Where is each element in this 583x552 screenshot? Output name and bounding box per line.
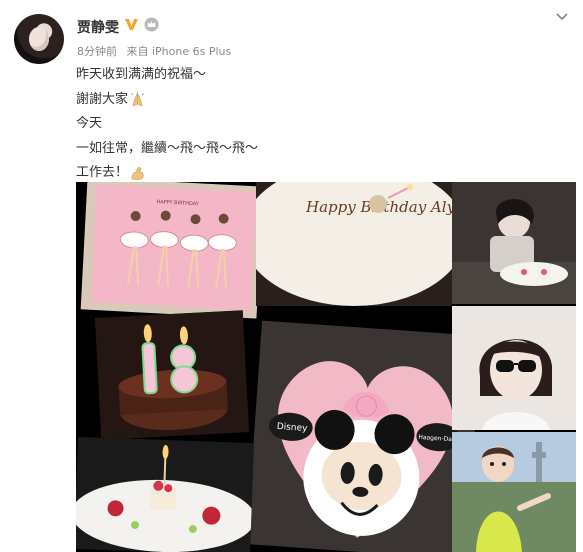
post-meta: 8分钟前 来自 iPhone 6s Plus	[77, 43, 237, 59]
photo-collage[interactable]: HAPPY BIRTHDAY Happy Birthday Alyssa	[76, 182, 576, 552]
crown-icon[interactable]	[144, 17, 159, 32]
post-line: 謝謝大家	[76, 91, 129, 107]
photo-toddler[interactable]	[452, 432, 576, 552]
photo-18-candles[interactable]	[94, 310, 250, 440]
photo-dessert-plate[interactable]	[76, 436, 254, 552]
praying-hands-emoji-icon	[131, 92, 144, 107]
post-time[interactable]: 8分钟前	[77, 45, 117, 58]
post-text: 昨天收到满满的祝福～ 謝謝大家 今天 一如往常，繼續～飛～飛～飛～ 工作去！	[76, 63, 258, 186]
chevron-down-icon[interactable]	[555, 10, 569, 24]
photo-blowing-candle[interactable]	[452, 182, 576, 304]
post-line: 一如往常，繼續～飛～飛～飛～	[76, 140, 259, 156]
user-name[interactable]: 贾静雯	[77, 17, 119, 37]
photo-minnie-cake[interactable]: Disney Haagen-Dazs	[246, 320, 482, 552]
post-line: 昨天收到满满的祝福～	[76, 67, 207, 82]
photo-birthday-plate[interactable]: Happy Birthday Alyssa	[256, 182, 452, 306]
vip-badge-icon[interactable]	[124, 17, 139, 32]
avatar[interactable]	[14, 14, 64, 64]
cake-badge-left: Disney	[276, 422, 308, 434]
post-line: 今天	[76, 116, 103, 131]
post-source[interactable]: 来自 iPhone 6s Plus	[127, 45, 232, 58]
flexed-biceps-emoji-icon	[131, 166, 144, 180]
photo-sunglasses-selfie[interactable]	[452, 306, 576, 430]
photo-ballet-card[interactable]: HAPPY BIRTHDAY	[80, 182, 264, 319]
